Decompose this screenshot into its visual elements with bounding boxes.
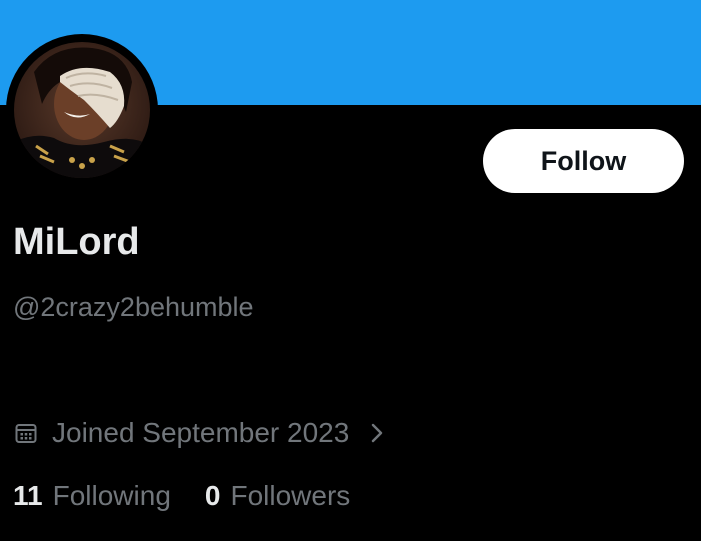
following-label: Following	[52, 480, 171, 511]
chevron-right-icon	[367, 421, 387, 445]
joined-date-text: Joined September 2023	[52, 417, 350, 448]
avatar[interactable]	[14, 42, 150, 178]
followers-link[interactable]: 0 Followers	[205, 480, 350, 512]
following-link[interactable]: 11 Following	[13, 480, 171, 512]
follow-stats: 11 Following 0 Followers	[13, 476, 350, 516]
profile-photo	[14, 42, 150, 178]
user-handle: @2crazy2behumble	[13, 292, 254, 322]
followers-count: 0	[204, 480, 221, 511]
joined-date-row[interactable]: Joined September 2023	[14, 413, 387, 453]
followers-label: Followers	[230, 480, 351, 511]
calendar-icon	[14, 421, 38, 445]
profile-page: Follow MiLord @2crazy2behumble Joined Se…	[0, 0, 701, 541]
following-count: 11	[13, 480, 43, 511]
follow-button[interactable]: Follow	[483, 129, 684, 193]
display-name: MiLord	[13, 221, 140, 263]
